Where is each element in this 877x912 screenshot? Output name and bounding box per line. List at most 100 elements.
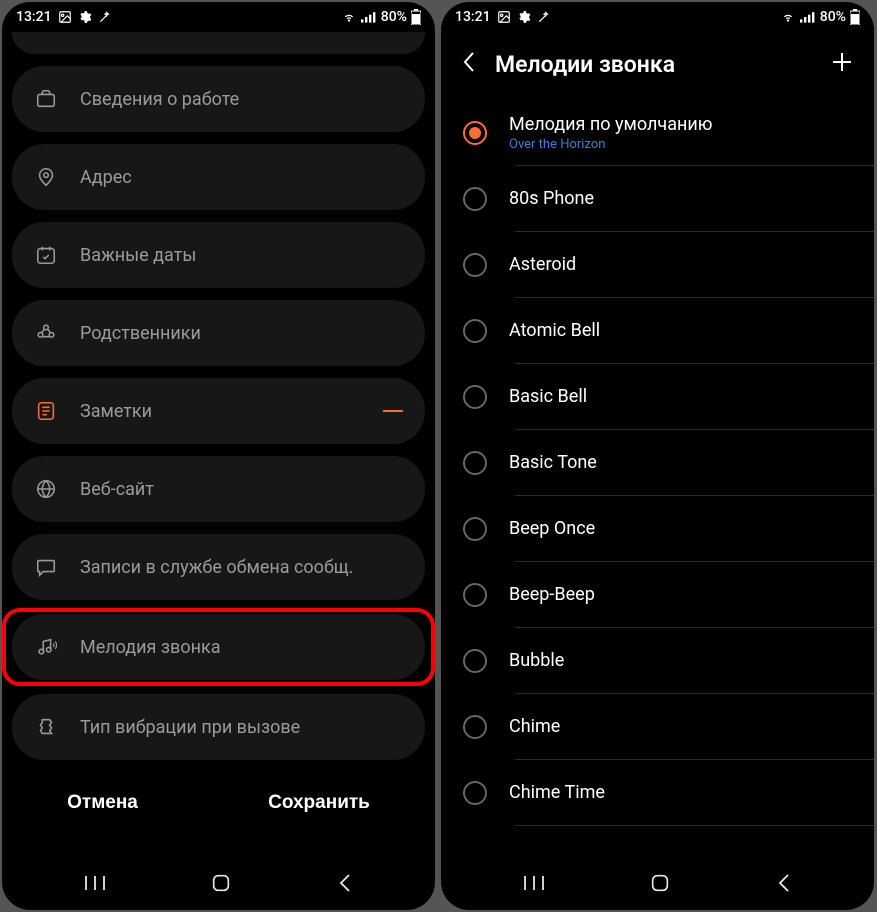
vibration-icon: [34, 715, 58, 739]
nav-bar: [2, 860, 435, 910]
cancel-button[interactable]: Отмена: [47, 784, 158, 822]
phone-left: 13:21 80%: [2, 2, 435, 910]
nav-back-icon[interactable]: [337, 872, 353, 898]
status-bar: 13:21 80%: [441, 2, 874, 32]
list-label: Сведения о работе: [80, 89, 403, 110]
ringtone-item[interactable]: Bubble: [463, 628, 874, 693]
list-item-messaging[interactable]: Записи в службе обмена сообщ.: [12, 534, 425, 600]
back-icon[interactable]: [461, 50, 477, 78]
briefcase-icon: [34, 87, 58, 111]
wand-icon: [98, 10, 112, 24]
battery-percent: 80%: [381, 9, 407, 25]
globe-icon: [34, 477, 58, 501]
battery-icon: [411, 9, 421, 25]
ringtone-name: Beep Once: [509, 518, 595, 539]
highlight-box: Мелодия звонка: [2, 608, 435, 686]
ringtone-name: Chime Time: [509, 782, 605, 803]
gear-icon: [78, 10, 92, 24]
ringtone-item[interactable]: Chime Time: [463, 760, 874, 825]
list-item-vibration[interactable]: Тип вибрации при вызове: [12, 694, 425, 760]
divider: [515, 825, 874, 826]
battery-icon: [850, 9, 860, 25]
radio[interactable]: [463, 649, 487, 673]
bottom-actions: Отмена Сохранить: [2, 766, 435, 830]
radio[interactable]: [463, 781, 487, 805]
ringtone-name: Beep-Beep: [509, 584, 595, 605]
wifi-icon: [341, 10, 357, 24]
ringtone-item[interactable]: Basic Tone: [463, 430, 874, 495]
ringtone-name: Bubble: [509, 650, 564, 671]
radio-selected[interactable]: [463, 121, 487, 145]
list-item-website[interactable]: Веб-сайт: [12, 456, 425, 522]
battery-percent: 80%: [820, 9, 846, 25]
radio[interactable]: [463, 319, 487, 343]
location-icon: [34, 165, 58, 189]
nav-back-icon[interactable]: [776, 872, 792, 898]
signal-icon: [361, 10, 377, 24]
ringtone-item[interactable]: Basic Bell: [463, 364, 874, 429]
note-icon: [34, 399, 58, 423]
ringtone-item[interactable]: Asteroid: [463, 232, 874, 297]
gear-icon: [517, 10, 531, 24]
nav-recents-icon[interactable]: [523, 874, 545, 896]
picture-icon: [58, 10, 72, 24]
radio[interactable]: [463, 451, 487, 475]
list-label: Важные даты: [80, 245, 403, 266]
nav-home-icon[interactable]: [210, 872, 232, 898]
ringtone-name: Basic Tone: [509, 452, 597, 473]
list-item-work[interactable]: Сведения о работе: [12, 66, 425, 132]
ringtone-name: Asteroid: [509, 254, 576, 275]
status-bar: 13:21 80%: [2, 2, 435, 32]
ringtone-list: Мелодия по умолчанию Over the Horizon 80…: [441, 100, 874, 860]
ringtone-name: Basic Bell: [509, 386, 587, 407]
list-label: Записи в службе обмена сообщ.: [80, 557, 403, 578]
ringtone-item[interactable]: Beep Once: [463, 496, 874, 561]
list-item-address[interactable]: Адрес: [12, 144, 425, 210]
list-item-notes[interactable]: Заметки: [12, 378, 425, 444]
radio[interactable]: [463, 187, 487, 211]
wand-icon: [537, 10, 551, 24]
chat-icon: [34, 555, 58, 579]
radio[interactable]: [463, 715, 487, 739]
list-label: Веб-сайт: [80, 479, 403, 500]
list-label: Тип вибрации при вызове: [80, 717, 403, 738]
wifi-icon: [780, 10, 796, 24]
ringtone-item[interactable]: Beep-Beep: [463, 562, 874, 627]
status-time: 13:21: [455, 9, 491, 25]
status-time: 13:21: [16, 9, 52, 25]
list-label: Заметки: [80, 401, 361, 422]
ringtone-name: 80s Phone: [509, 188, 594, 209]
radio[interactable]: [463, 517, 487, 541]
people-icon: [34, 321, 58, 345]
save-button[interactable]: Сохранить: [248, 784, 390, 822]
ringtone-name: Мелодия по умолчанию: [509, 114, 712, 135]
nav-home-icon[interactable]: [649, 872, 671, 898]
list-label: Мелодия звонка: [80, 637, 403, 658]
ringtone-item[interactable]: 80s Phone: [463, 166, 874, 231]
ringtone-icon: [34, 635, 58, 659]
list-label: Адрес: [80, 167, 403, 188]
list-item-ringtone[interactable]: Мелодия звонка: [12, 614, 425, 680]
radio[interactable]: [463, 253, 487, 277]
list-label: Родственники: [80, 323, 403, 344]
phone-right: 13:21 80%: [441, 2, 874, 910]
list-item-dates[interactable]: Важные даты: [12, 222, 425, 288]
radio[interactable]: [463, 583, 487, 607]
ringtone-name: Chime: [509, 716, 560, 737]
nav-bar: [441, 860, 874, 910]
radio[interactable]: [463, 385, 487, 409]
nav-recents-icon[interactable]: [84, 874, 106, 896]
plus-icon[interactable]: [830, 50, 854, 78]
list-item-partial: [12, 32, 425, 54]
ringtone-subtitle: Over the Horizon: [509, 137, 712, 152]
ringtone-name: Atomic Bell: [509, 320, 600, 341]
page-title: Мелодии звонка: [495, 51, 812, 78]
list-item-relatives[interactable]: Родственники: [12, 300, 425, 366]
minus-icon[interactable]: [383, 410, 403, 412]
ringtone-item[interactable]: Atomic Bell: [463, 298, 874, 363]
ringtone-item[interactable]: Chime: [463, 694, 874, 759]
header: Мелодии звонка: [441, 32, 874, 100]
calendar-icon: [34, 243, 58, 267]
ringtone-item-default[interactable]: Мелодия по умолчанию Over the Horizon: [463, 100, 874, 165]
picture-icon: [497, 10, 511, 24]
